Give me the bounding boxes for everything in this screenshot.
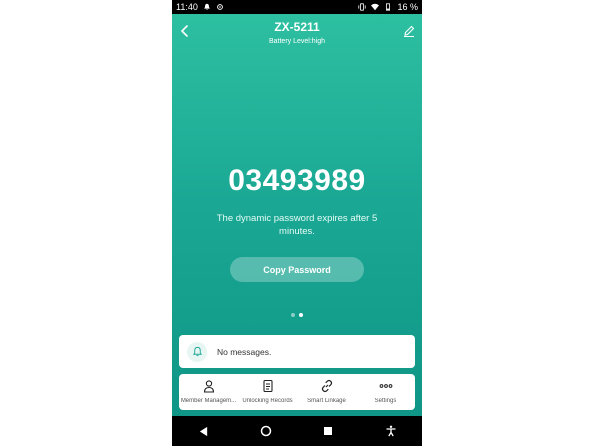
vibrate-icon xyxy=(358,3,367,11)
pager-dot[interactable] xyxy=(291,313,295,317)
pager-dots xyxy=(172,313,422,317)
link-icon xyxy=(321,379,332,393)
back-triangle-icon xyxy=(199,426,207,436)
bottom-nav: Member Managem... Unlocking Records Smar… xyxy=(179,374,415,410)
nav-label: Smart Linkage xyxy=(307,398,346,404)
nav-label: Unlocking Records xyxy=(242,398,293,404)
device-title: ZX-5211 xyxy=(274,20,320,34)
nav-unlocking-records[interactable]: Unlocking Records xyxy=(238,374,297,410)
status-right: 16 % xyxy=(358,2,418,12)
bell-icon xyxy=(192,346,202,357)
more-dots-icon xyxy=(379,384,392,388)
notification-bell-icon xyxy=(204,3,210,10)
header: ZX-5211 Battery Level:high xyxy=(172,16,422,50)
nav-smart-linkage[interactable]: Smart Linkage xyxy=(297,374,356,410)
copy-password-button[interactable]: Copy Password xyxy=(230,257,364,282)
person-icon xyxy=(203,380,214,393)
android-navigation-bar xyxy=(172,416,422,446)
battery-level: Battery Level:high xyxy=(268,38,326,45)
accessibility-button[interactable] xyxy=(383,423,399,439)
status-time: 11:40 xyxy=(176,2,198,12)
nav-label: Member Managem... xyxy=(180,398,237,404)
sync-icon xyxy=(216,4,223,10)
wifi-icon xyxy=(371,3,380,11)
home-circle-icon xyxy=(260,425,271,437)
phone-screen: 11:40 16 % ZX-5211 Battery Level:high 03… xyxy=(172,0,422,446)
messages-text: No messages. xyxy=(217,346,272,357)
dynamic-password: 03493989 xyxy=(228,164,366,197)
document-icon xyxy=(262,379,273,393)
android-recents-button[interactable] xyxy=(320,423,336,439)
status-bar: 11:40 16 % xyxy=(172,0,422,14)
battery-icon xyxy=(386,3,391,11)
nav-member-management[interactable]: Member Managem... xyxy=(179,374,238,410)
status-left: 11:40 xyxy=(176,2,224,12)
recents-square-icon xyxy=(324,427,333,435)
pager-dot-active[interactable] xyxy=(299,313,303,317)
messages-card[interactable]: No messages. xyxy=(179,335,415,368)
password-expiry-description: The dynamic password expires after 5 min… xyxy=(216,213,378,237)
bell-badge xyxy=(187,341,207,362)
edit-pencil-icon[interactable] xyxy=(402,24,416,38)
nav-settings[interactable]: Settings xyxy=(356,374,415,410)
accessibility-icon xyxy=(386,425,396,437)
battery-percent: 16 % xyxy=(397,2,418,12)
nav-label: Settings xyxy=(374,398,397,404)
android-back-button[interactable] xyxy=(195,423,211,439)
android-home-button[interactable] xyxy=(258,423,274,439)
